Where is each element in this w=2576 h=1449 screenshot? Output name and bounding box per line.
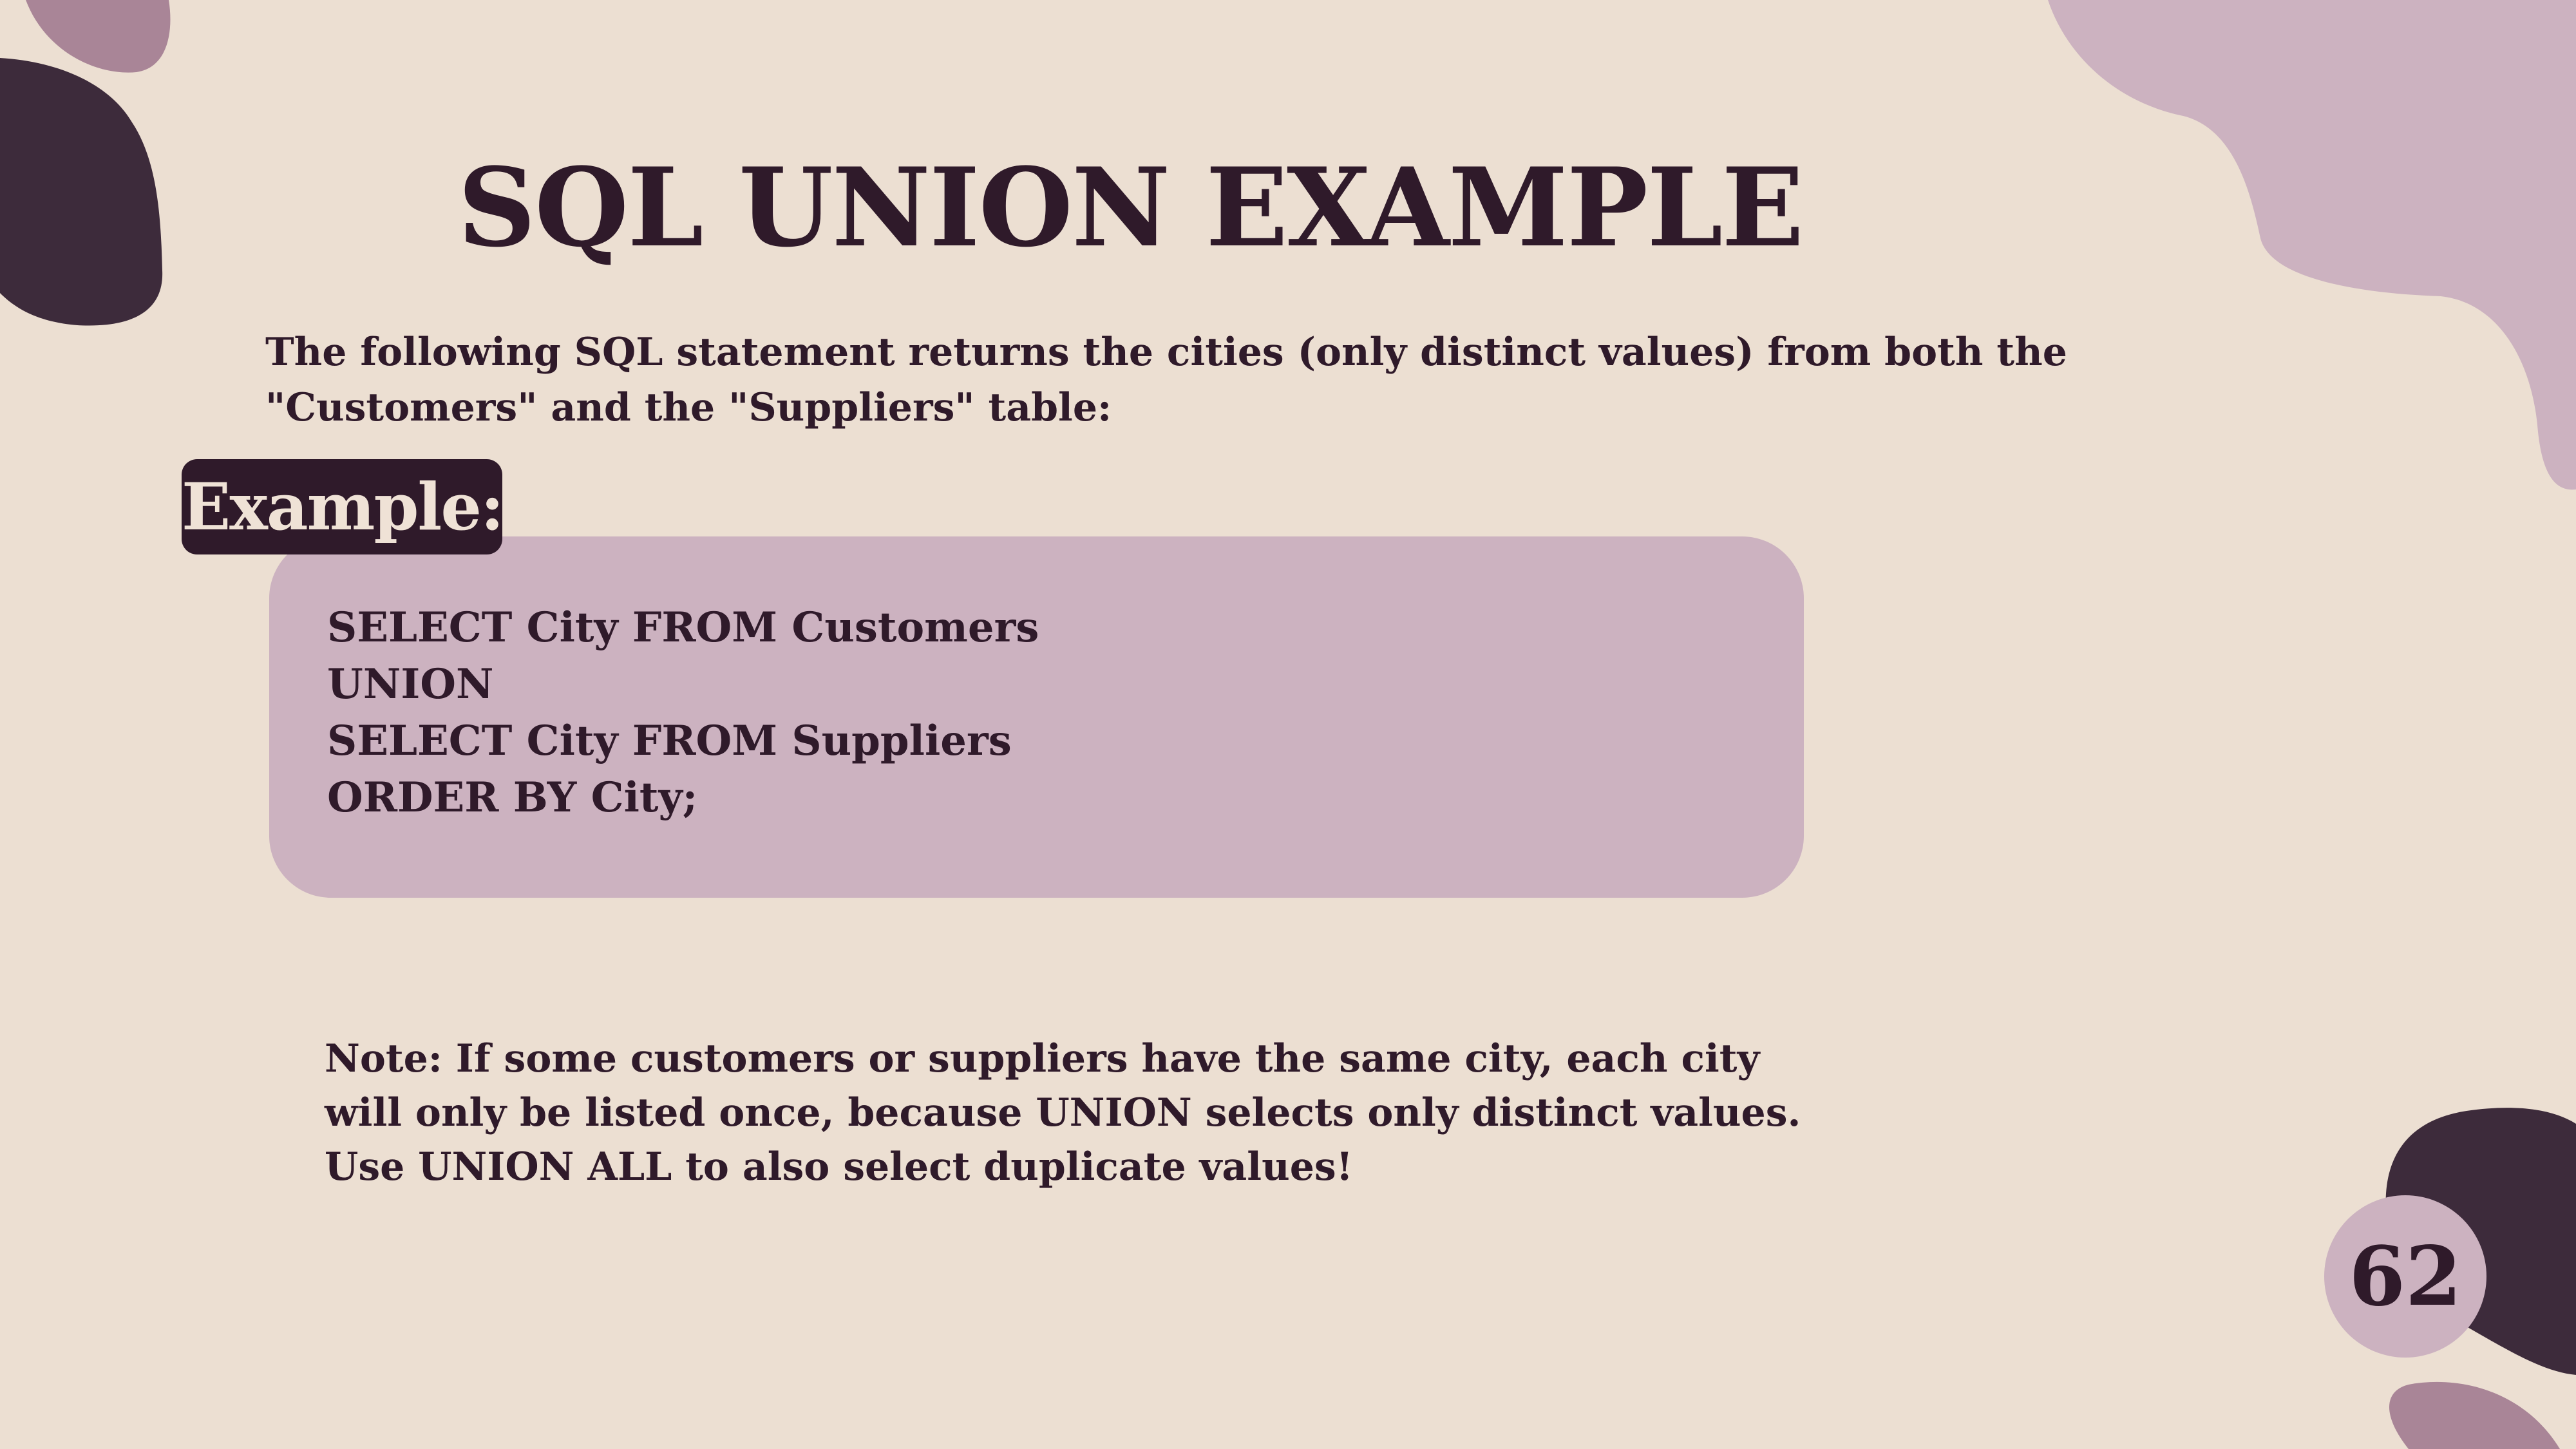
code-example-box: SELECT City FROM Customers UNION SELECT … [269, 536, 1804, 898]
sql-code-block: SELECT City FROM Customers UNION SELECT … [327, 600, 1039, 826]
example-label: Example: [182, 459, 504, 554]
intro-paragraph: The following SQL statement returns the … [265, 330, 2067, 430]
code-line: SELECT City FROM Customers [327, 603, 1039, 652]
code-line: SELECT City FROM Suppliers [327, 717, 1012, 765]
top-left-mauve-blob [26, 0, 171, 73]
note-paragraph: Note: If some customers or suppliers hav… [325, 1036, 1801, 1189]
bottom-right-mauve-blob [2389, 1381, 2560, 1449]
slide-title: SQL UNION EXAMPLE [457, 144, 1804, 271]
page-number-badge: 62 [2324, 1195, 2486, 1358]
code-line: ORDER BY City; [327, 773, 698, 822]
code-line: UNION [327, 660, 494, 708]
